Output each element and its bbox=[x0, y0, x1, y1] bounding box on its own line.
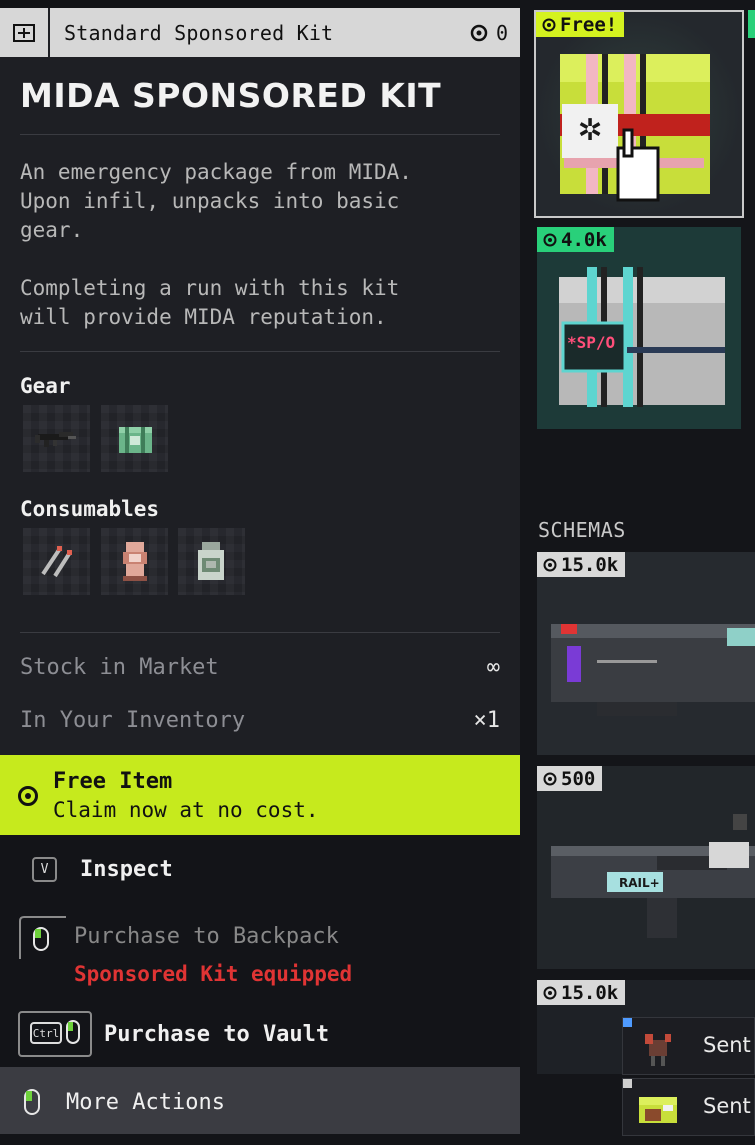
stat-inventory-label: In Your Inventory bbox=[20, 708, 246, 733]
spo-kit-crate-icon bbox=[559, 267, 725, 407]
inspect-action[interactable]: V Inspect bbox=[0, 845, 520, 897]
purchase-vault-label: Purchase to Vault bbox=[104, 1022, 330, 1047]
rifle-icon bbox=[35, 432, 76, 447]
stat-inventory: In Your Inventory ×1 bbox=[20, 708, 500, 733]
divider bbox=[20, 632, 500, 633]
consumables-label: Consumables bbox=[20, 497, 160, 521]
inspect-label: Inspect bbox=[80, 857, 173, 882]
purchase-vault-action[interactable]: Ctrl Purchase to Vault bbox=[0, 1007, 520, 1063]
consumable-slot-stim[interactable] bbox=[101, 528, 168, 595]
jar-icon bbox=[198, 542, 224, 580]
panel-header-title: Standard Sponsored Kit bbox=[64, 20, 334, 45]
sentry-row[interactable]: Sent bbox=[622, 1078, 755, 1136]
crate-icon bbox=[639, 1097, 677, 1123]
offscreen-card-edge bbox=[748, 10, 755, 38]
rail-weapon-schema-icon bbox=[551, 814, 755, 938]
weapon-schema-icon bbox=[551, 624, 755, 716]
free-item-subtitle: Claim now at no cost. bbox=[53, 798, 319, 822]
price-value: 15.0k bbox=[561, 981, 619, 1004]
key-ctrl-hint: Ctrl bbox=[30, 1022, 62, 1044]
crate-label: *SP/O bbox=[567, 333, 616, 352]
stat-stock-value: ∞ bbox=[486, 655, 500, 680]
stim-icon bbox=[123, 542, 147, 581]
sentry-label: Sent bbox=[703, 1094, 751, 1118]
kit-card-spo[interactable]: 4.0k *SP/O bbox=[537, 227, 741, 429]
header-cost-value: 0 bbox=[495, 20, 508, 45]
sentry-row[interactable]: Sent bbox=[622, 1017, 755, 1075]
item-detail-panel: Standard Sponsored Kit 0 MIDA SPONSORED … bbox=[0, 0, 520, 1145]
rarity-marker bbox=[623, 1079, 632, 1088]
stat-stock: Stock in Market ∞ bbox=[20, 655, 500, 680]
item-title: MIDA SPONSORED KIT bbox=[20, 76, 442, 115]
green-kit-icon bbox=[119, 427, 152, 453]
consumable-slot-jar[interactable] bbox=[178, 528, 245, 595]
sponsored-kit-crate-icon: ✲ bbox=[560, 54, 710, 202]
purchase-backpack-label: Purchase to Backpack bbox=[74, 924, 339, 949]
gear-slot-rifle[interactable] bbox=[23, 405, 90, 472]
schema-card-1[interactable]: 15.0k bbox=[537, 552, 755, 755]
sentry-icon bbox=[645, 1034, 671, 1066]
price-tag: 15.0k bbox=[537, 980, 626, 1005]
divider bbox=[20, 134, 500, 135]
item-description: An emergency package from MIDA. Upon inf… bbox=[20, 160, 412, 329]
currency-icon bbox=[470, 24, 488, 41]
key-v-hint: V bbox=[32, 857, 57, 882]
more-actions-button[interactable]: More Actions bbox=[0, 1067, 520, 1134]
more-actions-label: More Actions bbox=[66, 1090, 225, 1115]
mouse-left-click-icon bbox=[66, 1020, 80, 1044]
divider bbox=[20, 351, 500, 352]
sentry-label: Sent bbox=[703, 1033, 751, 1057]
currency-icon bbox=[543, 986, 557, 999]
stat-stock-label: Stock in Market bbox=[20, 655, 219, 680]
mouse-left-click-icon bbox=[19, 916, 66, 959]
svg-text:✲: ✲ bbox=[577, 113, 602, 148]
purchase-backpack-action[interactable]: Purchase to Backpack Sponsored Kit equip… bbox=[0, 907, 520, 997]
free-item-title: Free Item bbox=[53, 769, 173, 794]
free-item-banner: Free Item Claim now at no cost. bbox=[0, 755, 520, 835]
consumable-slot-injector[interactable] bbox=[23, 528, 90, 595]
gear-slot-kit[interactable] bbox=[101, 405, 168, 472]
schema-card-2[interactable]: 500 RAIL+ bbox=[537, 766, 755, 969]
gun-label: RAIL+ bbox=[619, 876, 660, 890]
gear-label: Gear bbox=[20, 374, 71, 398]
injector-icon bbox=[41, 546, 72, 578]
kit-card-free[interactable]: Free! ✲ bbox=[534, 10, 744, 218]
currency-icon bbox=[18, 786, 38, 806]
mouse-left-click-icon bbox=[24, 1089, 40, 1115]
header-cost: 0 bbox=[470, 21, 520, 45]
panel-top-bar bbox=[0, 0, 520, 8]
stat-inventory-value: ×1 bbox=[473, 708, 501, 733]
collapse-icon[interactable] bbox=[0, 8, 50, 57]
rarity-marker bbox=[623, 1018, 632, 1027]
panel-header: Standard Sponsored Kit 0 bbox=[0, 8, 520, 57]
purchase-backpack-warning: Sponsored Kit equipped bbox=[74, 962, 353, 986]
schemas-heading: SCHEMAS bbox=[538, 518, 626, 542]
